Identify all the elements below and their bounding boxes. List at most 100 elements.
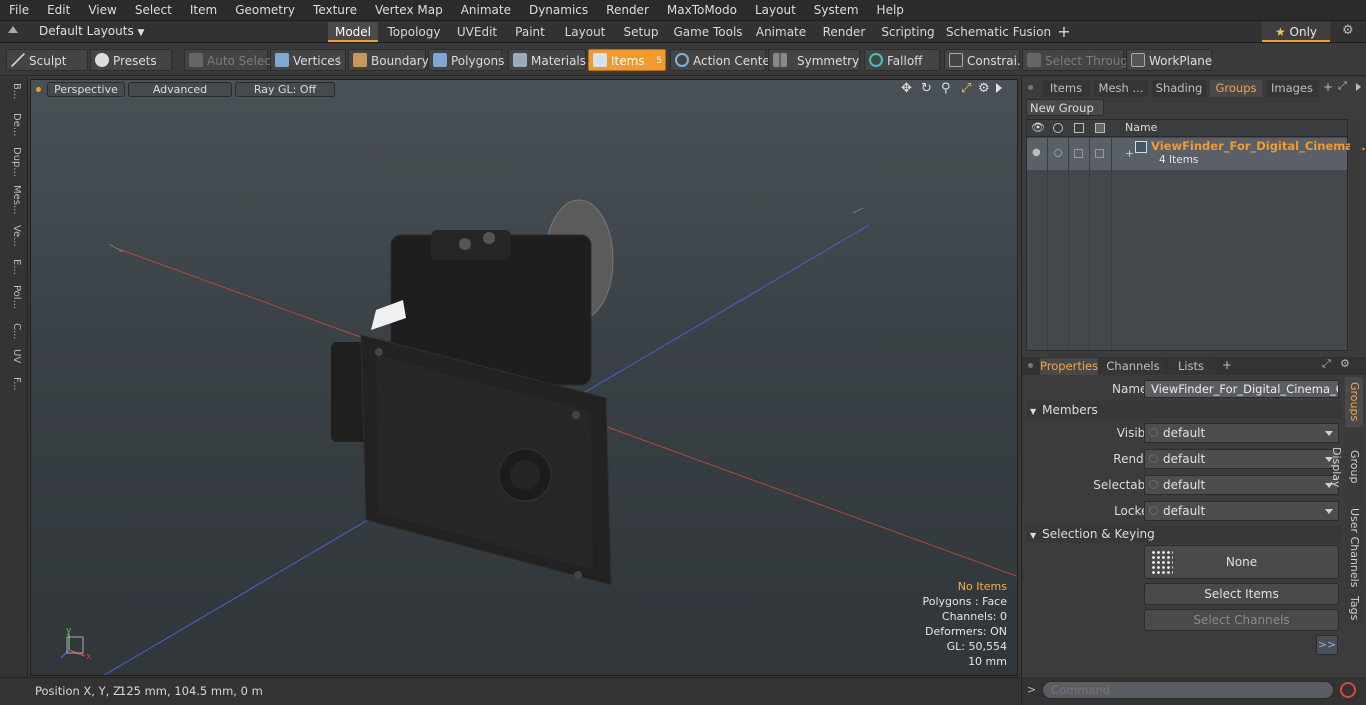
- left-tab-fusion[interactable]: F...: [4, 377, 22, 405]
- constraints-button[interactable]: Constrai...: [944, 49, 1028, 71]
- expand-icon[interactable]: +: [1125, 147, 1134, 160]
- render-icon[interactable]: [1053, 123, 1063, 133]
- eye-icon[interactable]: 👁: [1031, 121, 1045, 134]
- menu-select[interactable]: Select: [126, 0, 181, 21]
- materials-button[interactable]: Materials: [508, 49, 586, 71]
- left-tab-duplicate[interactable]: Dup...: [4, 147, 22, 181]
- menu-geometry[interactable]: Geometry: [226, 0, 304, 21]
- tab-shading[interactable]: Shading: [1152, 80, 1206, 97]
- lock-icon[interactable]: [1074, 123, 1084, 133]
- only-toggle[interactable]: ★ Only: [1262, 22, 1330, 42]
- 3d-viewport[interactable]: Perspective Advanced Ray GL: Off ✥ ↻ ⚲ ⤢…: [30, 79, 1018, 676]
- tab-layout[interactable]: Layout: [560, 22, 610, 42]
- panel-more-icon[interactable]: [1356, 83, 1361, 91]
- polygons-button[interactable]: Polygons: [428, 49, 504, 71]
- tab-lists[interactable]: Lists: [1168, 358, 1214, 375]
- presets-button[interactable]: Presets: [90, 49, 172, 71]
- auto-select-button[interactable]: Auto Select: [184, 49, 276, 71]
- menu-edit[interactable]: Edit: [38, 0, 79, 21]
- members-section[interactable]: ▼ Members: [1026, 401, 1342, 419]
- tab-model[interactable]: Model: [328, 22, 378, 42]
- falloff-button[interactable]: Falloff: [864, 49, 940, 71]
- more-button[interactable]: >>: [1316, 635, 1338, 655]
- tab-game-tools[interactable]: Game Tools: [672, 22, 744, 42]
- expand-panel-icon[interactable]: ⤢: [1322, 357, 1331, 371]
- tab-animate[interactable]: Animate: [752, 22, 810, 42]
- menu-animate[interactable]: Animate: [452, 0, 520, 21]
- tab-uvedit[interactable]: UVEdit: [452, 22, 502, 42]
- side-tab-groups[interactable]: Groups: [1345, 377, 1363, 427]
- layout-selector[interactable]: Default Layouts ▼: [39, 24, 144, 38]
- add-tab-icon[interactable]: +: [1054, 22, 1074, 42]
- lock-toggle-icon[interactable]: [1074, 149, 1083, 158]
- tab-images[interactable]: Images: [1266, 80, 1318, 97]
- menu-layout[interactable]: Layout: [746, 0, 805, 21]
- left-tab-uv[interactable]: UV: [4, 349, 22, 373]
- gear-icon[interactable]: ⚙: [1342, 23, 1354, 38]
- groups-scrollbar[interactable]: [1350, 119, 1360, 351]
- menu-render[interactable]: Render: [597, 0, 658, 21]
- layout-collapse-icon[interactable]: [8, 26, 18, 33]
- tab-topology[interactable]: Topology: [382, 22, 446, 42]
- symmetry-button[interactable]: Symmetry: [768, 49, 860, 71]
- sculpt-button[interactable]: Sculpt: [6, 49, 88, 71]
- add-tab-icon[interactable]: +: [1222, 358, 1232, 372]
- locked-dropdown[interactable]: default: [1144, 501, 1339, 521]
- menu-view[interactable]: View: [79, 0, 125, 21]
- tab-render[interactable]: Render: [818, 22, 870, 42]
- select-toggle-icon[interactable]: [1095, 149, 1104, 158]
- vertices-button[interactable]: Vertices 1: [270, 49, 346, 71]
- expand-panel-icon[interactable]: ⤢: [1338, 79, 1347, 93]
- visible-dropdown[interactable]: default: [1144, 423, 1339, 443]
- menu-item[interactable]: Item: [181, 0, 226, 21]
- keying-none-button[interactable]: None: [1144, 545, 1339, 579]
- boundary-button[interactable]: Boundary: [348, 49, 429, 71]
- panel-dot-icon[interactable]: [1028, 85, 1033, 90]
- tab-mesh[interactable]: Mesh ...: [1094, 80, 1148, 97]
- menu-texture[interactable]: Texture: [304, 0, 366, 21]
- items-button[interactable]: Items 5: [588, 49, 666, 71]
- tab-paint[interactable]: Paint: [508, 22, 552, 42]
- menu-help[interactable]: Help: [868, 0, 913, 21]
- tab-schematic-fusion[interactable]: Schematic Fusion: [946, 22, 1051, 42]
- render-toggle-icon[interactable]: [1054, 149, 1062, 157]
- action-center-button[interactable]: Action Center: [670, 49, 775, 71]
- side-tab-group-display[interactable]: Group Display: [1330, 429, 1363, 505]
- select-channels-button[interactable]: Select Channels: [1144, 609, 1339, 631]
- side-tab-user-channels[interactable]: User Channels: [1345, 507, 1363, 589]
- visibility-toggle-icon[interactable]: ●: [1032, 147, 1041, 158]
- command-input[interactable]: [1042, 681, 1334, 699]
- select-items-button[interactable]: Select Items: [1144, 583, 1339, 605]
- tab-scripting[interactable]: Scripting: [878, 22, 938, 42]
- left-tab-basic[interactable]: B...: [4, 83, 22, 109]
- tab-properties[interactable]: Properties: [1040, 358, 1098, 375]
- group-name-field[interactable]: ViewFinder_For_Digital_Cinema_Came: [1144, 380, 1339, 398]
- tab-channels[interactable]: Channels: [1102, 358, 1164, 375]
- left-tab-vertex[interactable]: Ve...: [4, 225, 22, 255]
- group-name[interactable]: ViewFinder_For_Digital_Cinema ...: [1151, 139, 1366, 153]
- menu-file[interactable]: File: [0, 0, 38, 21]
- props-dot-icon[interactable]: [1028, 363, 1033, 368]
- workplane-button[interactable]: WorkPlane: [1126, 49, 1212, 71]
- selectable-dropdown[interactable]: default: [1144, 475, 1339, 495]
- add-tab-icon[interactable]: +: [1323, 80, 1333, 94]
- left-tab-deform[interactable]: De...: [4, 113, 22, 143]
- select-icon[interactable]: [1095, 123, 1105, 133]
- render-dropdown[interactable]: default: [1144, 449, 1339, 469]
- select-through-button[interactable]: Select Through: [1022, 49, 1136, 71]
- left-tab-curve[interactable]: C...: [4, 323, 22, 345]
- record-icon[interactable]: [1340, 682, 1356, 698]
- tab-items[interactable]: Items: [1042, 80, 1090, 97]
- new-group-button[interactable]: New Group: [1026, 99, 1104, 116]
- group-row[interactable]: ● + ViewFinder_For_Digital_Cinema ... 4 …: [1027, 138, 1366, 170]
- tab-groups[interactable]: Groups: [1210, 80, 1262, 97]
- selection-keying-section[interactable]: ▼ Selection & Keying: [1026, 525, 1342, 543]
- tab-setup[interactable]: Setup: [618, 22, 664, 42]
- left-tab-edge[interactable]: E...: [4, 259, 22, 281]
- left-tab-mesh[interactable]: Mes...: [4, 185, 22, 221]
- menu-vertex-map[interactable]: Vertex Map: [366, 0, 452, 21]
- side-tab-tags[interactable]: Tags: [1345, 591, 1363, 625]
- menu-maxtomodo[interactable]: MaxToModo: [658, 0, 746, 21]
- left-tab-polygon[interactable]: Pol...: [4, 285, 22, 319]
- menu-dynamics[interactable]: Dynamics: [520, 0, 597, 21]
